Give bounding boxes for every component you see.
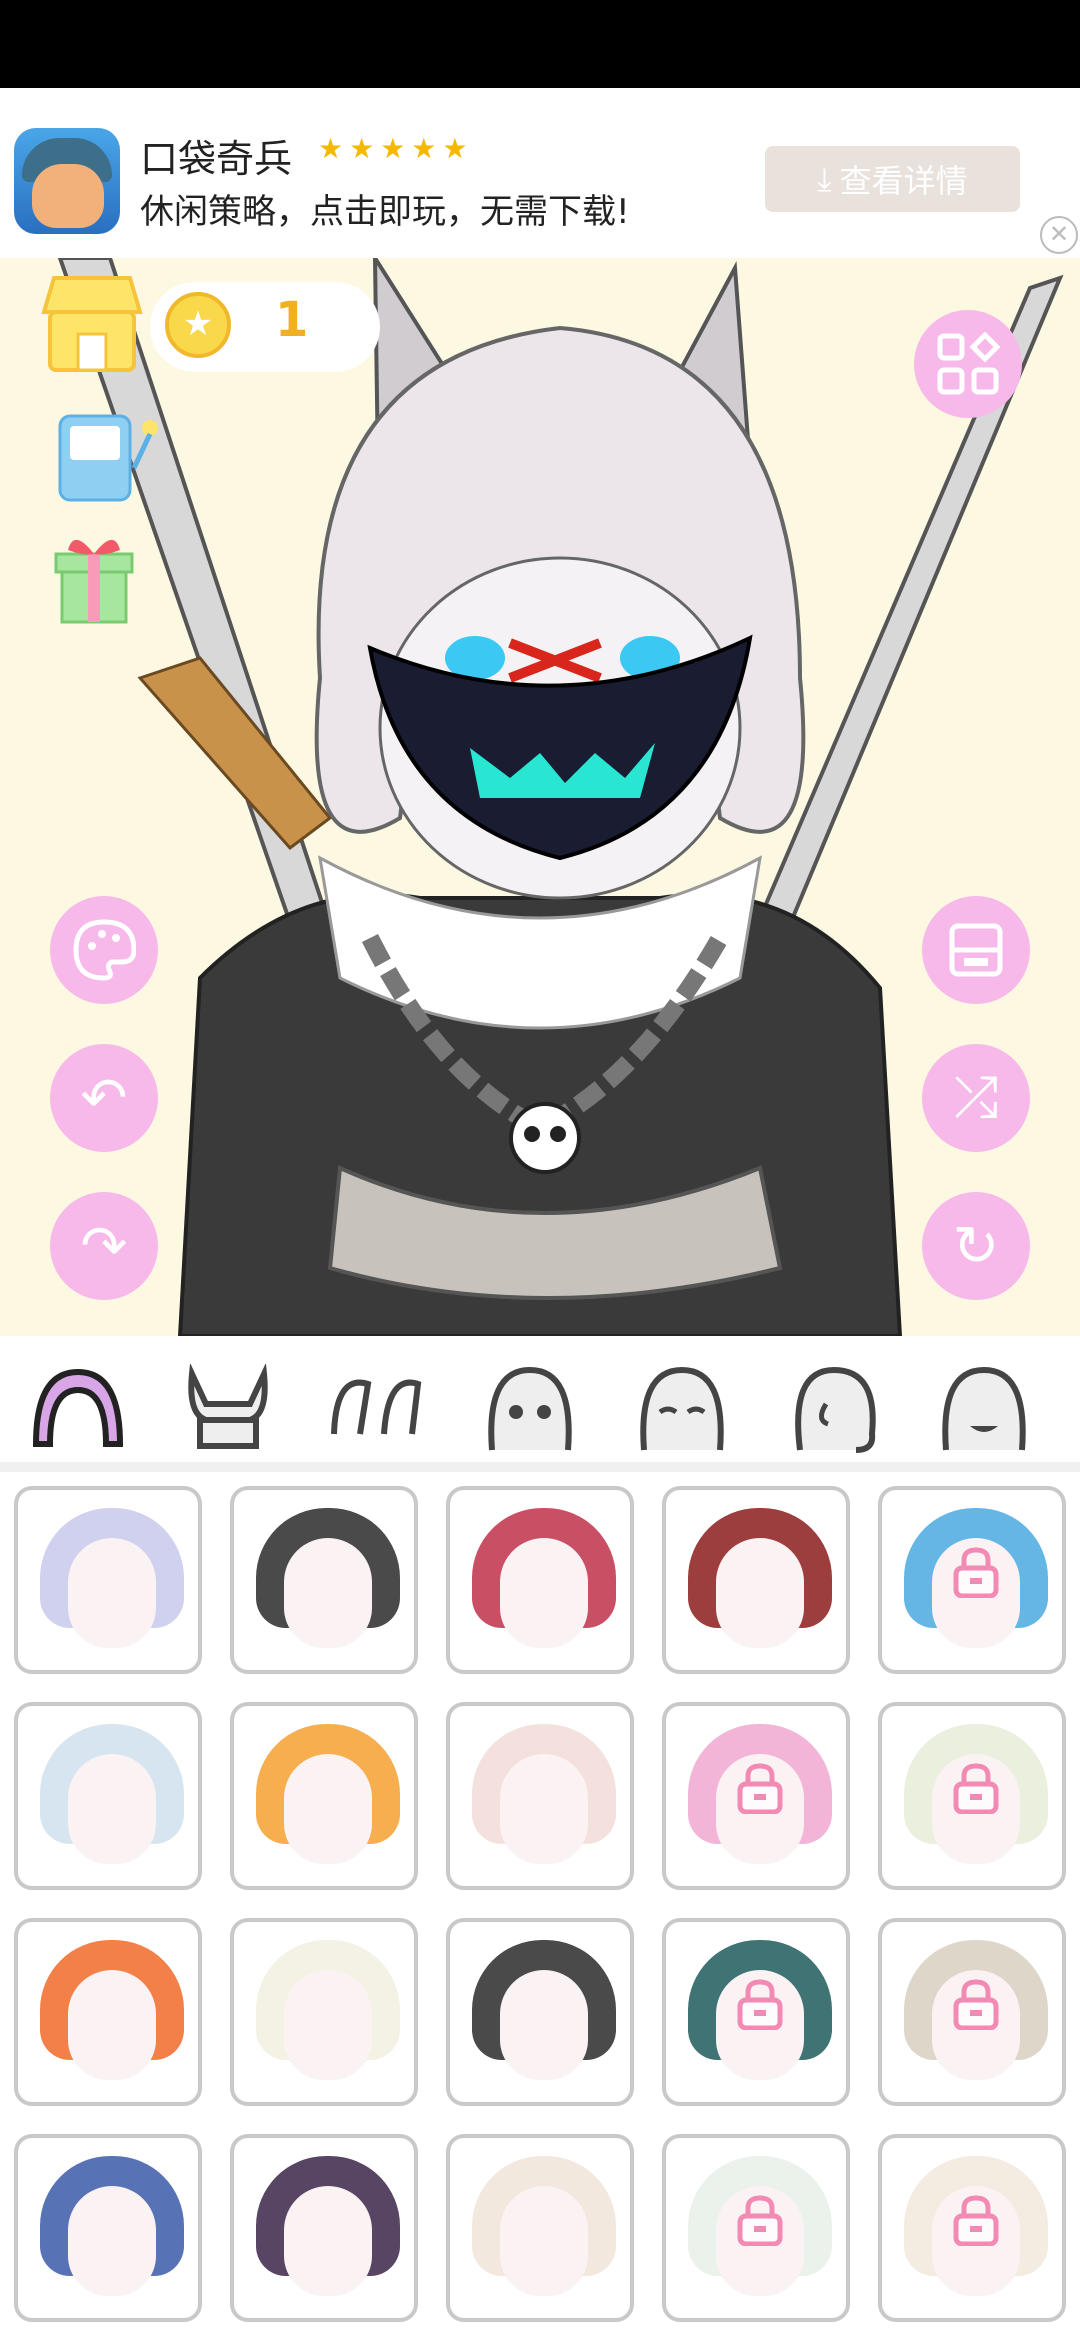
divider bbox=[0, 1462, 1080, 1472]
lock-icon bbox=[737, 2195, 783, 2246]
tab-face-icon[interactable] bbox=[634, 1364, 730, 1454]
hair-option-item[interactable] bbox=[14, 1918, 202, 2106]
hair-option-item[interactable] bbox=[662, 1918, 850, 2106]
redo-button[interactable]: ↷ bbox=[50, 1192, 158, 1300]
lock-icon bbox=[953, 1979, 999, 2030]
ad-banner[interactable]: 口袋奇兵 ★★★★★ 休闲策略，点击即玩，无需下载! ⤓ 查看详情 ✕ 广告 bbox=[0, 88, 1080, 356]
download-icon: ⤓ bbox=[817, 159, 832, 198]
head-silhouette bbox=[68, 1538, 156, 1648]
tab-mouth-icon[interactable] bbox=[936, 1364, 1032, 1454]
hair-option-item[interactable] bbox=[230, 1918, 418, 2106]
lock-icon bbox=[953, 1763, 999, 1814]
ad-subtitle: 休闲策略，点击即玩，无需下载! bbox=[140, 192, 630, 232]
lock-icon bbox=[953, 1547, 999, 1598]
head-silhouette bbox=[284, 1538, 372, 1648]
head-silhouette bbox=[68, 1970, 156, 2080]
palette-button[interactable] bbox=[50, 896, 158, 1004]
hair-option-item[interactable] bbox=[230, 1486, 418, 1674]
redo-icon: ↷ bbox=[80, 1213, 128, 1279]
hair-option-item[interactable] bbox=[662, 2134, 850, 2322]
shop-icon[interactable] bbox=[40, 272, 144, 376]
arcade-icon[interactable] bbox=[54, 408, 164, 504]
hair-option-item[interactable] bbox=[446, 1486, 634, 1674]
lock-icon bbox=[737, 1979, 783, 2030]
head-silhouette bbox=[284, 1754, 372, 1864]
hair-option-item[interactable] bbox=[230, 2134, 418, 2322]
head-silhouette bbox=[500, 1754, 588, 1864]
ad-details-label: 查看详情 bbox=[839, 162, 968, 200]
hair-option-item[interactable] bbox=[14, 2134, 202, 2322]
save-button[interactable] bbox=[922, 896, 1030, 1004]
hair-option-item[interactable] bbox=[878, 1702, 1066, 1890]
ad-details-button[interactable]: ⤓ 查看详情 bbox=[765, 146, 1020, 212]
hair-option-item[interactable] bbox=[446, 1702, 634, 1890]
hair-option-item[interactable] bbox=[446, 2134, 634, 2322]
head-silhouette bbox=[68, 2186, 156, 2296]
head-silhouette bbox=[500, 1538, 588, 1648]
ad-rating-stars: ★★★★★ bbox=[318, 132, 474, 165]
hair-option-item[interactable] bbox=[878, 2134, 1066, 2322]
hair-option-item[interactable] bbox=[230, 1702, 418, 1890]
hair-option-item[interactable] bbox=[14, 1702, 202, 1890]
hair-option-item[interactable] bbox=[662, 1702, 850, 1890]
ad-close-icon[interactable]: ✕ bbox=[1040, 216, 1078, 254]
reset-icon: ↻ bbox=[952, 1213, 1000, 1279]
head-silhouette bbox=[716, 1538, 804, 1648]
hair-option-item[interactable] bbox=[878, 1918, 1066, 2106]
head-silhouette bbox=[68, 1754, 156, 1864]
hair-options-grid bbox=[0, 1472, 1080, 2340]
undo-button[interactable]: ↶ bbox=[50, 1044, 158, 1152]
tab-hair-icon[interactable] bbox=[30, 1364, 126, 1454]
save-icon bbox=[949, 923, 1003, 977]
undo-icon: ↶ bbox=[80, 1065, 128, 1131]
lock-icon bbox=[953, 2195, 999, 2246]
tab-eyes-icon[interactable] bbox=[482, 1364, 578, 1454]
hair-option-item[interactable] bbox=[14, 1486, 202, 1674]
category-tabs bbox=[0, 1336, 1080, 1472]
head-silhouette bbox=[500, 2186, 588, 2296]
head-silhouette bbox=[284, 2186, 372, 2296]
gift-icon[interactable] bbox=[44, 526, 144, 630]
tab-head-shape-icon[interactable] bbox=[786, 1364, 882, 1454]
lock-icon bbox=[737, 1763, 783, 1814]
menu-grid-button[interactable] bbox=[914, 310, 1022, 418]
tab-ears-icon[interactable] bbox=[328, 1364, 424, 1454]
menu-grid-icon bbox=[937, 332, 1000, 395]
reset-button[interactable]: ↻ bbox=[922, 1192, 1030, 1300]
tab-horns-icon[interactable] bbox=[180, 1364, 276, 1454]
star-coin-icon: ★ bbox=[165, 292, 231, 358]
status-bar bbox=[0, 0, 1080, 88]
head-silhouette bbox=[500, 1970, 588, 2080]
ad-app-name: 口袋奇兵 bbox=[140, 137, 293, 181]
hair-option-item[interactable] bbox=[878, 1486, 1066, 1674]
shuffle-button[interactable]: ⤮ bbox=[922, 1044, 1030, 1152]
palette-icon bbox=[73, 919, 136, 981]
hair-option-item[interactable] bbox=[662, 1486, 850, 1674]
coin-count: 1 bbox=[275, 292, 309, 348]
ad-app-icon[interactable] bbox=[14, 128, 120, 234]
hair-option-item[interactable] bbox=[446, 1918, 634, 2106]
shuffle-icon: ⤮ bbox=[953, 1065, 999, 1130]
head-silhouette bbox=[284, 1970, 372, 2080]
